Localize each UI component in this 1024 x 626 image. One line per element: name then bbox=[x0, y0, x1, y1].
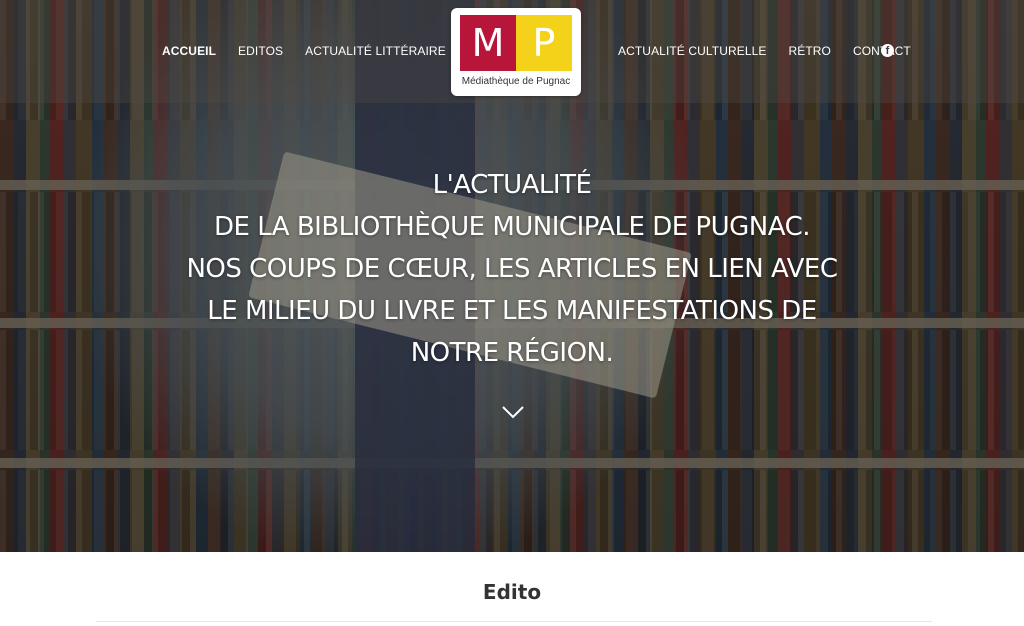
section-title-edito: Edito bbox=[482, 580, 542, 604]
logo-name: Médiathèque de Pugnac bbox=[461, 76, 571, 87]
hero-line: de la bibliothèque municipale de Pugnac. bbox=[213, 212, 811, 242]
nav-item-actualite-culturelle[interactable]: Actualité culturelle bbox=[618, 44, 766, 58]
hero-line: Nos coups de cœur, les articles en lien … bbox=[186, 254, 838, 284]
section-divider bbox=[96, 621, 932, 622]
logo-letter-p: P bbox=[516, 15, 572, 71]
nav-item-editos[interactable]: Editos bbox=[238, 44, 283, 58]
hero-line: notre région. bbox=[410, 338, 614, 368]
hero-line: le milieu du livre et les manifestations… bbox=[207, 296, 817, 326]
nav-item-accueil[interactable]: Accueil bbox=[162, 44, 216, 58]
main-nav-left: Accueil Editos Actualité littéraire bbox=[162, 44, 468, 58]
hero-banner: Accueil Editos Actualité littéraire M P … bbox=[0, 0, 1024, 552]
logo-letter-m: M bbox=[460, 15, 516, 71]
site-logo[interactable]: M P Médiathèque de Pugnac bbox=[451, 8, 581, 96]
chevron-down-icon[interactable] bbox=[501, 404, 525, 420]
hero-headline: L'actualité de la bibliothèque municipal… bbox=[152, 164, 872, 374]
nav-item-retro[interactable]: Rétro bbox=[788, 44, 831, 58]
facebook-icon[interactable]: f bbox=[881, 44, 894, 57]
hero-line: L'actualité bbox=[432, 170, 592, 200]
nav-item-actualite-litteraire[interactable]: Actualité littéraire bbox=[305, 44, 446, 58]
